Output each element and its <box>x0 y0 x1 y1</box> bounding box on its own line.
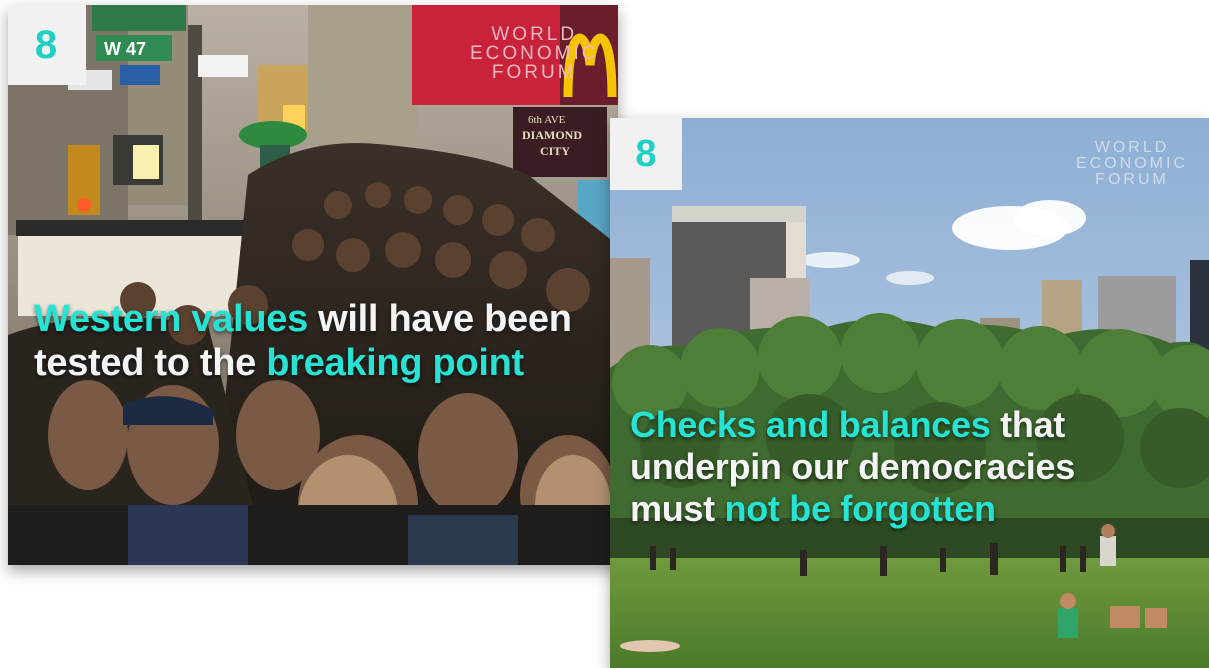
wef-logo-line3: FORUM <box>491 62 577 83</box>
caption-text: underpin our democracies <box>630 446 1075 487</box>
slide-card-right: WORLD ECONOMIC FORUM 8 Checks and balanc… <box>610 118 1209 668</box>
caption-highlight: not be forgotten <box>724 488 996 529</box>
slide-caption: Checks and balances that underpin our de… <box>630 404 1075 530</box>
caption-text: that <box>990 404 1065 445</box>
wef-logo: WORLD ECONOMIC FORUM <box>1076 140 1188 188</box>
park-skyline-photo <box>610 118 1209 668</box>
caption-line-1: Checks and balances that <box>630 404 1075 446</box>
caption-text: will have been <box>307 298 572 340</box>
caption-text: must <box>630 488 725 529</box>
slide-card-left: W 47 6th AVE DIAMOND CITY WORLD ECONOMIC… <box>8 5 618 565</box>
slide-number-badge: 8 <box>610 118 682 190</box>
street-sign-text: W 47 <box>104 39 146 59</box>
caption-line-2: tested to the breaking point <box>34 341 572 385</box>
caption-line-2: underpin our democracies <box>630 446 1075 488</box>
wef-logo-line1: WORLD <box>491 24 578 45</box>
caption-line-3: must not be forgotten <box>630 488 1075 530</box>
caption-text: tested to the <box>34 342 267 384</box>
store-sign-line3: CITY <box>540 144 570 158</box>
wef-logo-line2: ECONOMIC <box>1076 155 1188 172</box>
caption-highlight: Checks and balances <box>630 404 991 445</box>
caption-highlight: breaking point <box>266 342 524 384</box>
store-sign-line1: 6th AVE <box>528 114 566 126</box>
slide-number-badge: 8 <box>8 5 86 85</box>
city-street-photo: W 47 6th AVE DIAMOND CITY <box>8 5 618 565</box>
wef-logo-line3: FORUM <box>1095 171 1169 188</box>
wef-logo-line2: ECONOMIC <box>470 43 599 64</box>
wef-logo-line1: WORLD <box>1094 139 1170 156</box>
wef-logo: WORLD ECONOMIC FORUM <box>470 25 599 82</box>
caption-line-1: Western values will have been <box>34 297 572 341</box>
slide-caption: Western values will have been tested to … <box>34 297 572 385</box>
caption-highlight: Western values <box>34 298 308 340</box>
store-sign-line2: DIAMOND <box>522 128 582 142</box>
